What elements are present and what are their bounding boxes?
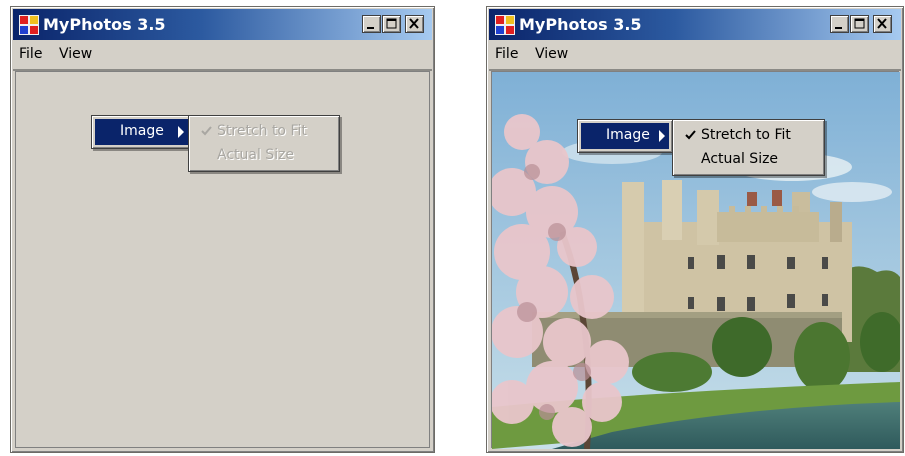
menu-view[interactable]: View: [59, 46, 92, 62]
submenu-item-stretch-to-fit[interactable]: Stretch to Fit: [676, 123, 821, 147]
menu-file[interactable]: File: [495, 46, 518, 62]
myphotos-app-icon: [495, 15, 515, 35]
close-icon: [409, 18, 419, 29]
myphotos-window-right: MyPhotos 3.5 File View Image Stretch to …: [486, 6, 904, 453]
close-icon: [877, 18, 887, 29]
submenu-arrow-icon: [178, 126, 184, 138]
minimize-button[interactable]: [830, 15, 849, 33]
checkmark-icon: [201, 126, 212, 136]
checkmark-icon: [685, 130, 696, 140]
submenu-item-label: Actual Size: [701, 151, 779, 167]
menu-file[interactable]: File: [19, 46, 42, 62]
maximize-icon: [854, 18, 865, 29]
window-title: MyPhotos 3.5: [519, 15, 642, 34]
context-menu-item-label: Image: [606, 127, 650, 143]
close-button[interactable]: [873, 15, 892, 33]
context-menu-item-image[interactable]: Image: [95, 119, 191, 145]
maximize-button[interactable]: [382, 15, 401, 33]
submenu-item-label: Stretch to Fit: [217, 123, 307, 139]
menu-bar: File View: [489, 43, 901, 71]
myphotos-window-left: MyPhotos 3.5 File View Image Stretch to …: [10, 6, 435, 453]
minimize-icon: [835, 27, 842, 29]
submenu-item-actual-size: Actual Size: [192, 143, 336, 167]
submenu-item-label: Actual Size: [217, 147, 295, 163]
menu-bar: File View: [13, 43, 432, 71]
submenu-item-label: Stretch to Fit: [701, 127, 791, 143]
title-bar[interactable]: MyPhotos 3.5: [13, 9, 432, 40]
minimize-button[interactable]: [362, 15, 381, 33]
maximize-button[interactable]: [850, 15, 869, 33]
context-menu: Image: [577, 119, 673, 153]
image-submenu: Stretch to Fit Actual Size: [672, 119, 825, 176]
maximize-icon: [386, 18, 397, 29]
context-menu: Image: [91, 115, 195, 149]
image-submenu: Stretch to Fit Actual Size: [188, 115, 340, 172]
context-menu-item-label: Image: [120, 123, 164, 139]
context-menu-item-image[interactable]: Image: [581, 123, 669, 149]
title-bar[interactable]: MyPhotos 3.5: [489, 9, 901, 40]
minimize-icon: [367, 27, 374, 29]
close-button[interactable]: [405, 15, 424, 33]
myphotos-app-icon: [19, 15, 39, 35]
submenu-item-stretch-to-fit: Stretch to Fit: [192, 119, 336, 143]
submenu-item-actual-size[interactable]: Actual Size: [676, 147, 821, 171]
menu-view[interactable]: View: [535, 46, 568, 62]
submenu-arrow-icon: [659, 130, 665, 142]
window-title: MyPhotos 3.5: [43, 15, 166, 34]
